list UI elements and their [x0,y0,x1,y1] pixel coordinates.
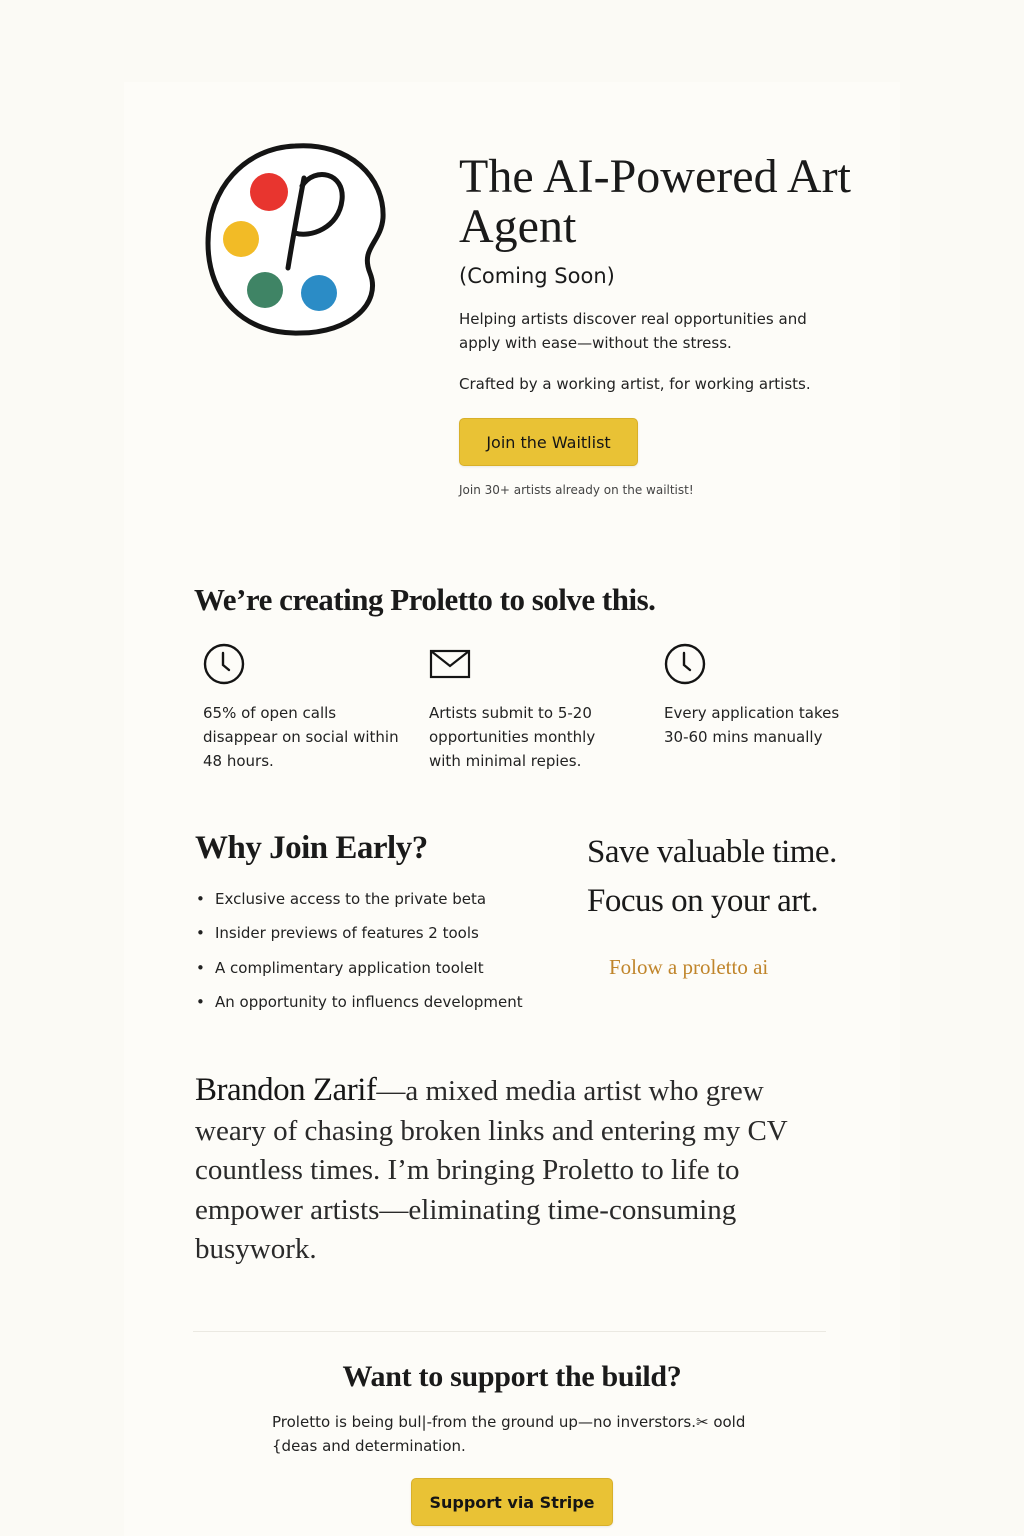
hero-crafted-line: Crafted by a working artist, for working… [459,375,811,393]
section-divider [193,1331,826,1332]
stat-item: Artists submit to 5-20 opportunities mon… [429,643,629,773]
stat-item: 65% of open calls disappear on social wi… [203,643,403,773]
stat-text: Every application takes 30-60 mins manua… [664,704,840,746]
envelope-icon [429,649,471,679]
stat-item: Every application takes 30-60 mins manua… [664,643,854,749]
waitlist-note: Join 30+ artists already on the wailtist… [459,483,694,497]
bullet-icon: • [196,924,205,943]
list-item: • Exclusive access to the private beta [196,887,523,921]
why-join-heading: Why Join Early? [195,830,428,866]
founder-bio: Brandon Zarif—a mixed media artist who g… [195,1071,815,1270]
value-heading: Save valuable time. Focus on your art. [587,828,837,926]
red-paint-dot [250,173,288,211]
bullet-icon: • [196,992,205,1011]
clock-icon [203,643,245,685]
follow-link[interactable]: Folow a proletto ai [609,955,768,980]
green-paint-dot [247,272,283,308]
stat-text: 65% of open calls disappear on social wi… [203,704,399,770]
list-item: • An opportunity to influencs development [196,990,523,1024]
blue-paint-dot [301,275,337,311]
clock-icon [664,643,706,685]
support-heading: Want to support the build? [342,1360,682,1393]
value-line-2: Focus on your art. [587,883,819,919]
founder-name: Brandon Zarif [195,1072,377,1108]
yellow-paint-dot [223,221,259,257]
bullet-icon: • [196,958,205,977]
support-stripe-button[interactable]: Support via Stripe [411,1478,613,1526]
support-text: Proletto is being bul|-from the ground u… [272,1413,746,1455]
value-line-1: Save valuable time. [587,834,837,870]
hero-title: The AI-Powered Art Agent [459,150,851,253]
problems-heading: We’re creating Proletto to solve this. [194,582,656,617]
stat-text: Artists submit to 5-20 opportunities mon… [429,704,596,770]
list-item: • Insider previews of features 2 tools [196,921,523,955]
proletto-palette-logo-icon [205,143,386,336]
hero-description: Helping artists discover real opportunit… [459,310,807,352]
benefits-list: • Exclusive access to the private beta • I… [196,887,523,1024]
hero-subtitle: (Coming Soon) [459,264,615,288]
list-item: • A complimentary application tooleIt [196,956,523,990]
join-waitlist-button[interactable]: Join the Waitlist [459,418,638,466]
bullet-icon: • [196,890,205,908]
